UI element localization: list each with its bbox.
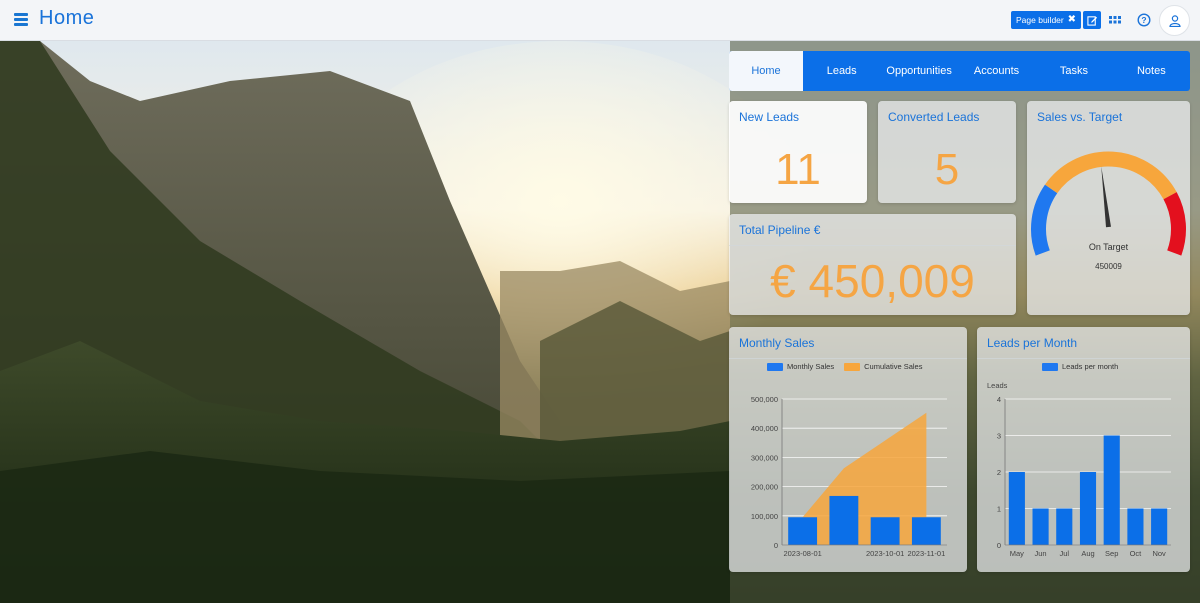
help-icon[interactable]: ? xyxy=(1137,13,1151,27)
y-tick-label: 0 xyxy=(774,541,778,550)
leads-bar xyxy=(1032,508,1049,545)
page-builder-label: Page builder xyxy=(1016,15,1064,25)
y-tick-label: 4 xyxy=(997,395,1001,404)
leads-per-month-card[interactable]: Leads per Month Leads per month Leads 0 1 2… xyxy=(977,327,1190,572)
y-tick-label: 200,000 xyxy=(751,483,778,492)
new-leads-value: 11 xyxy=(775,145,821,194)
monthly-sales-bar xyxy=(870,517,900,545)
gauge-segment-mid xyxy=(1044,151,1177,200)
gauge-needle xyxy=(1101,166,1111,228)
x-tick-label: May xyxy=(1010,549,1024,558)
edit-page-button[interactable] xyxy=(1083,11,1101,29)
svg-text:?: ? xyxy=(1141,15,1146,25)
total-pipeline-card[interactable]: Total Pipeline € € 450,009 xyxy=(729,214,1016,315)
monthly-sales-bar xyxy=(829,495,859,545)
page-builder-button[interactable]: Page builder ✖ xyxy=(1011,11,1081,29)
y-tick-label: 2 xyxy=(997,468,1001,477)
y-tick-label: 400,000 xyxy=(751,424,778,433)
x-tick-label: 2023-08-01 xyxy=(783,549,821,558)
new-leads-title: New Leads xyxy=(739,110,800,124)
leads-bar xyxy=(1103,435,1120,545)
card-divider xyxy=(729,245,1016,246)
converted-leads-card[interactable]: Converted Leads 5 xyxy=(878,101,1016,203)
y-axis-label: Leads xyxy=(987,381,1008,390)
sales-gauge xyxy=(1031,151,1186,256)
leads-bar xyxy=(1127,508,1144,545)
top-bar: Home Page builder ✖ ? xyxy=(0,0,1200,41)
x-tick-label: 2023-10-01 xyxy=(866,549,904,558)
x-tick-label: Sep xyxy=(1105,549,1118,558)
sales-vs-target-card[interactable]: Sales vs. Target On Target 450009 xyxy=(1027,101,1190,315)
new-leads-card[interactable]: New Leads 11 xyxy=(729,101,867,203)
y-tick-label: 1 xyxy=(997,505,1001,514)
tools-icon: ✖ xyxy=(1067,14,1076,25)
total-pipeline-value: € 450,009 xyxy=(770,255,975,307)
hamburger-menu-icon[interactable] xyxy=(14,13,28,26)
total-pipeline-title: Total Pipeline € xyxy=(739,223,821,237)
converted-leads-value: 5 xyxy=(934,145,960,194)
x-tick-label: Jun xyxy=(1035,549,1047,558)
tab-accounts[interactable]: Accounts xyxy=(958,51,1035,91)
edit-icon xyxy=(1086,15,1097,26)
monthly-sales-card[interactable]: Monthly Sales Monthly Sales Cumulative S… xyxy=(729,327,967,572)
x-tick-label: Oct xyxy=(1130,549,1143,558)
cumulative-sales-area xyxy=(802,412,927,545)
x-tick-label: Aug xyxy=(1081,549,1094,558)
gauge-status: On Target xyxy=(1088,242,1129,252)
gauge-value: 450009 xyxy=(1095,262,1122,271)
leads-bar xyxy=(1151,508,1168,545)
tab-leads[interactable]: Leads xyxy=(803,51,880,91)
user-menu-button[interactable] xyxy=(1159,5,1190,36)
user-icon xyxy=(1168,14,1181,27)
monthly-sales-chart: 0 100,000 200,000 300,000 400,000 500,000 2023… xyxy=(751,395,947,558)
y-tick-label: 100,000 xyxy=(751,512,778,521)
tab-notes[interactable]: Notes xyxy=(1113,51,1190,91)
leads-bar xyxy=(1079,472,1097,545)
converted-leads-title: Converted Leads xyxy=(888,110,980,124)
y-tick-label: 0 xyxy=(997,541,1001,550)
tab-tasks[interactable]: Tasks xyxy=(1035,51,1112,91)
y-tick-label: 3 xyxy=(997,432,1001,441)
leads-bar xyxy=(1056,508,1073,545)
module-tabs: Home Leads Opportunities Accounts Tasks … xyxy=(729,51,1190,91)
page-title: Home xyxy=(39,7,95,29)
x-tick-label: Jul xyxy=(1059,549,1069,558)
monthly-sales-bar xyxy=(788,517,818,545)
apps-grid-icon[interactable] xyxy=(1109,14,1121,26)
tab-home[interactable]: Home xyxy=(729,51,803,91)
leads-bar xyxy=(1008,472,1025,545)
x-tick-label: 2023-11-01 xyxy=(907,549,945,558)
y-tick-label: 500,000 xyxy=(751,395,778,404)
x-tick-label: Nov xyxy=(1152,549,1166,558)
leads-per-month-chart: Leads 0 1 2 3 4 May Jun Jul Aug Sep Oct Nov xyxy=(987,381,1171,558)
tab-opportunities[interactable]: Opportunities xyxy=(880,51,957,91)
y-tick-label: 300,000 xyxy=(751,453,778,462)
monthly-sales-bar xyxy=(911,517,941,545)
